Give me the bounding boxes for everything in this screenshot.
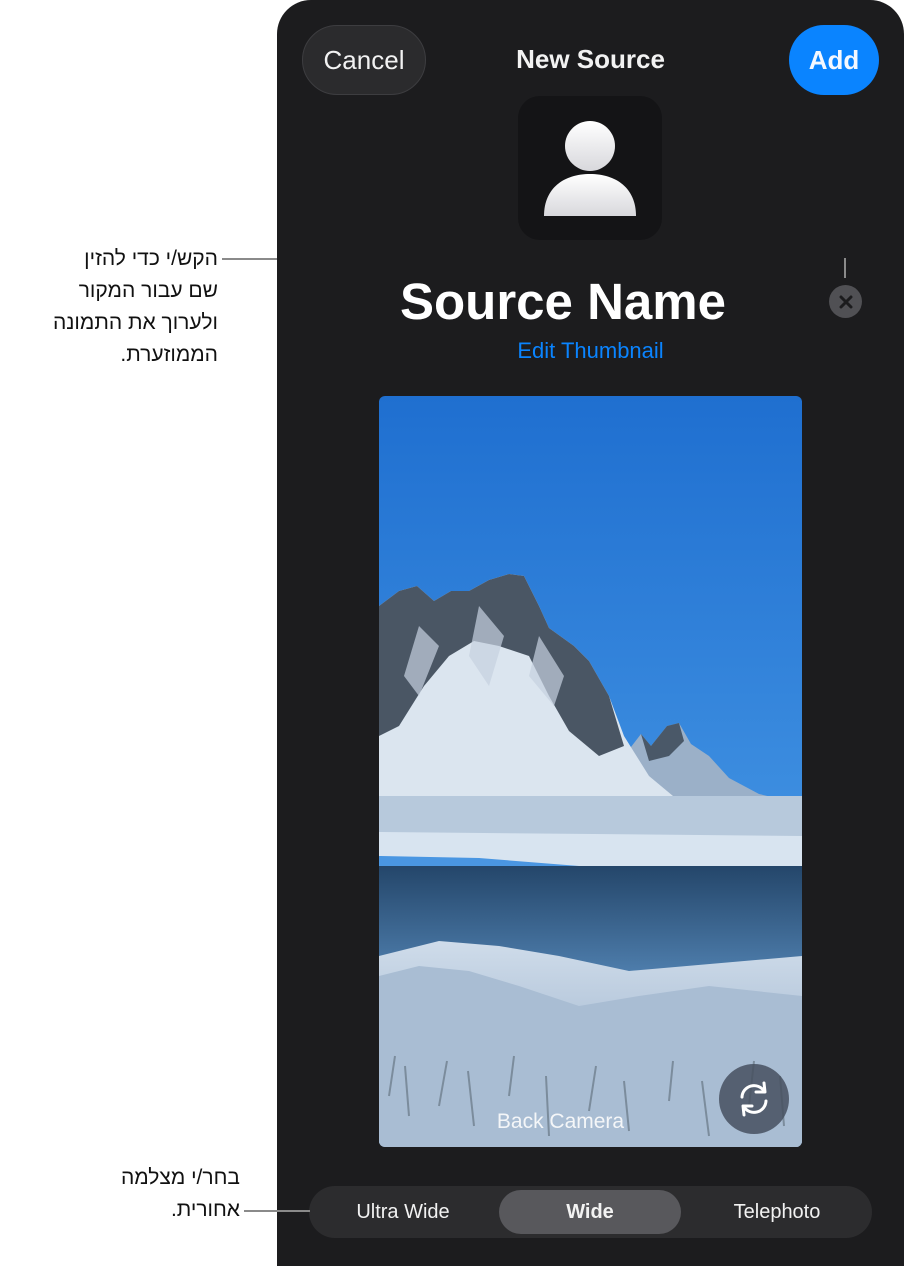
lens-option-ultra-wide[interactable]: Ultra Wide [313,1190,493,1234]
callout-line: הממוזערת. [120,343,218,366]
lens-option-telephoto[interactable]: Telephoto [687,1190,867,1234]
callout-leader-camera [244,1210,310,1212]
mountain-landscape-image [379,396,802,1147]
edit-thumbnail-link[interactable]: Edit Thumbnail [277,338,904,364]
source-name-field[interactable]: Source Name [277,272,849,331]
callout-line: ולערוך את התמונה [52,311,218,334]
person-icon [544,121,636,216]
source-thumbnail[interactable] [518,96,662,240]
flip-camera-button[interactable] [719,1064,789,1134]
lens-option-wide[interactable]: Wide [499,1190,681,1234]
callout-line: אחורית. [170,1198,240,1221]
add-button[interactable]: Add [789,25,879,95]
clear-x-icon [839,295,852,308]
camera-name-label: Back Camera [496,1110,625,1133]
clear-name-button[interactable] [829,285,862,318]
camera-preview: Back Camera [379,396,802,1147]
sheet-title: New Source [516,44,665,74]
callout-line: בחר/י מצלמה [120,1166,240,1189]
callout-line: הקש/י כדי להזין [84,247,218,270]
callout-back-camera: בחר/י מצלמה אחורית. [40,1162,240,1226]
callout-name-thumbnail: הקש/י כדי להזין שם עבור המקור ולערוך את … [10,243,218,371]
flip-camera-icon [740,1081,768,1117]
callout-line: שם עבור המקור [78,279,218,302]
callout-leader-vertical [844,258,846,278]
new-source-sheet: Cancel New Source Add Source Name Edit T… [277,0,904,1266]
lens-selector: Ultra Wide Wide Telephoto [309,1186,872,1238]
cancel-button[interactable]: Cancel [302,25,426,95]
